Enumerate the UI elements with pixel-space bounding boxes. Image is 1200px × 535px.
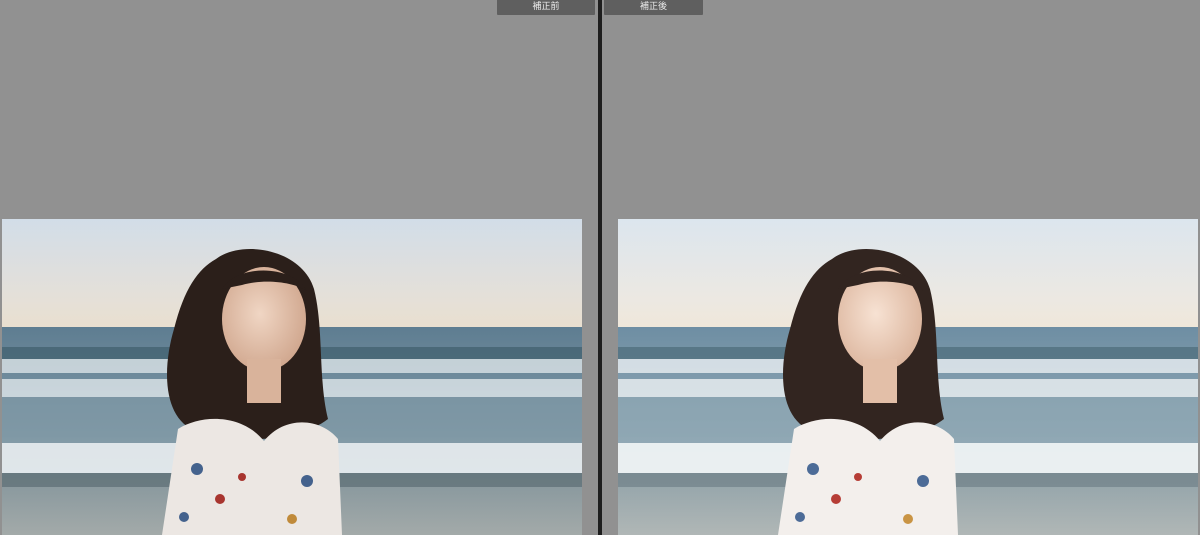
after-label: 補正後 bbox=[604, 0, 703, 15]
before-photo bbox=[2, 219, 582, 535]
before-pane: 補正前 bbox=[0, 0, 598, 535]
after-pane: 補正後 bbox=[602, 0, 1200, 535]
before-photo-image bbox=[2, 219, 582, 535]
before-label: 補正前 bbox=[497, 0, 595, 15]
after-photo-image bbox=[618, 219, 1198, 535]
after-photo bbox=[618, 219, 1198, 535]
